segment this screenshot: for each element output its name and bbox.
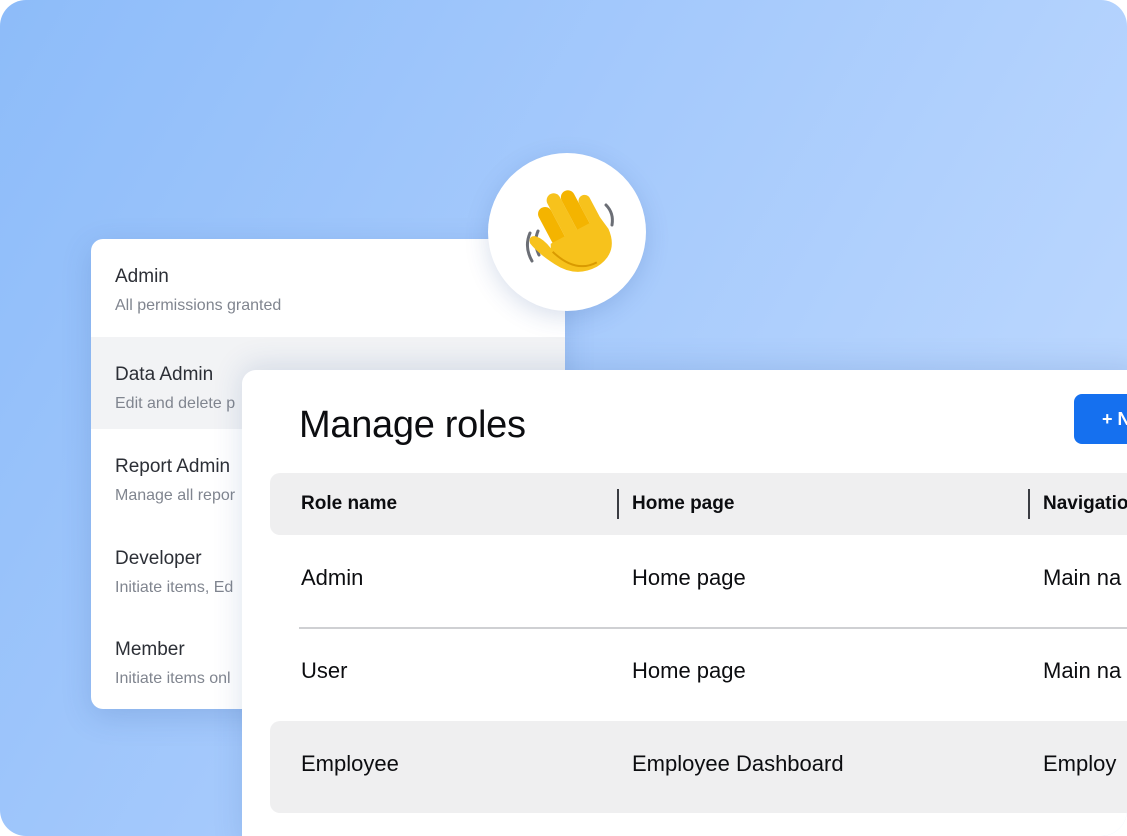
- role-item-description: Edit and delete p: [115, 395, 236, 412]
- table-row[interactable]: User Home page Main na: [270, 628, 1127, 720]
- column-header-home-page[interactable]: Home page: [632, 493, 734, 515]
- cell-home-page: Home page: [632, 565, 746, 590]
- column-divider[interactable]: [1028, 489, 1030, 519]
- table-row[interactable]: Admin Home page Main na: [270, 535, 1127, 627]
- role-item-description: Manage all repor: [115, 487, 236, 504]
- manage-roles-panel: Manage roles + N Role name Home page Nav…: [242, 370, 1127, 836]
- role-item-title: Developer: [115, 548, 202, 569]
- table-header: Role name Home page Navigatio: [270, 473, 1127, 535]
- column-header-navigation[interactable]: Navigatio: [1043, 493, 1127, 515]
- waving-hand-icon: [488, 153, 646, 311]
- role-item-description: Initiate items onl: [115, 670, 231, 687]
- cell-navigation: Employ: [1043, 751, 1117, 776]
- role-item-description: All permissions granted: [115, 297, 282, 314]
- column-header-role-name[interactable]: Role name: [301, 493, 397, 515]
- cell-home-page: Employee Dashboard: [632, 751, 844, 776]
- role-item-title: Admin: [115, 266, 169, 287]
- cell-role-name: Admin: [301, 565, 364, 590]
- cell-navigation: Main na: [1043, 658, 1122, 683]
- cell-home-page: Home page: [632, 658, 746, 683]
- app-stage: Admin All permissions granted Data Admin…: [0, 0, 1127, 836]
- column-divider[interactable]: [617, 489, 619, 519]
- cell-navigation: Main na: [1043, 565, 1122, 590]
- role-item-title: Report Admin: [115, 456, 231, 477]
- new-role-button[interactable]: + N: [1074, 394, 1127, 444]
- table-row[interactable]: Employee Employee Dashboard Employ: [270, 721, 1127, 813]
- role-item-title: Member: [115, 639, 185, 660]
- page-title: Manage roles: [299, 404, 526, 446]
- cell-role-name: Employee: [301, 751, 399, 776]
- role-item-description: Initiate items, Ed: [115, 579, 234, 596]
- cell-role-name: User: [301, 658, 348, 683]
- role-item-title: Data Admin: [115, 364, 214, 385]
